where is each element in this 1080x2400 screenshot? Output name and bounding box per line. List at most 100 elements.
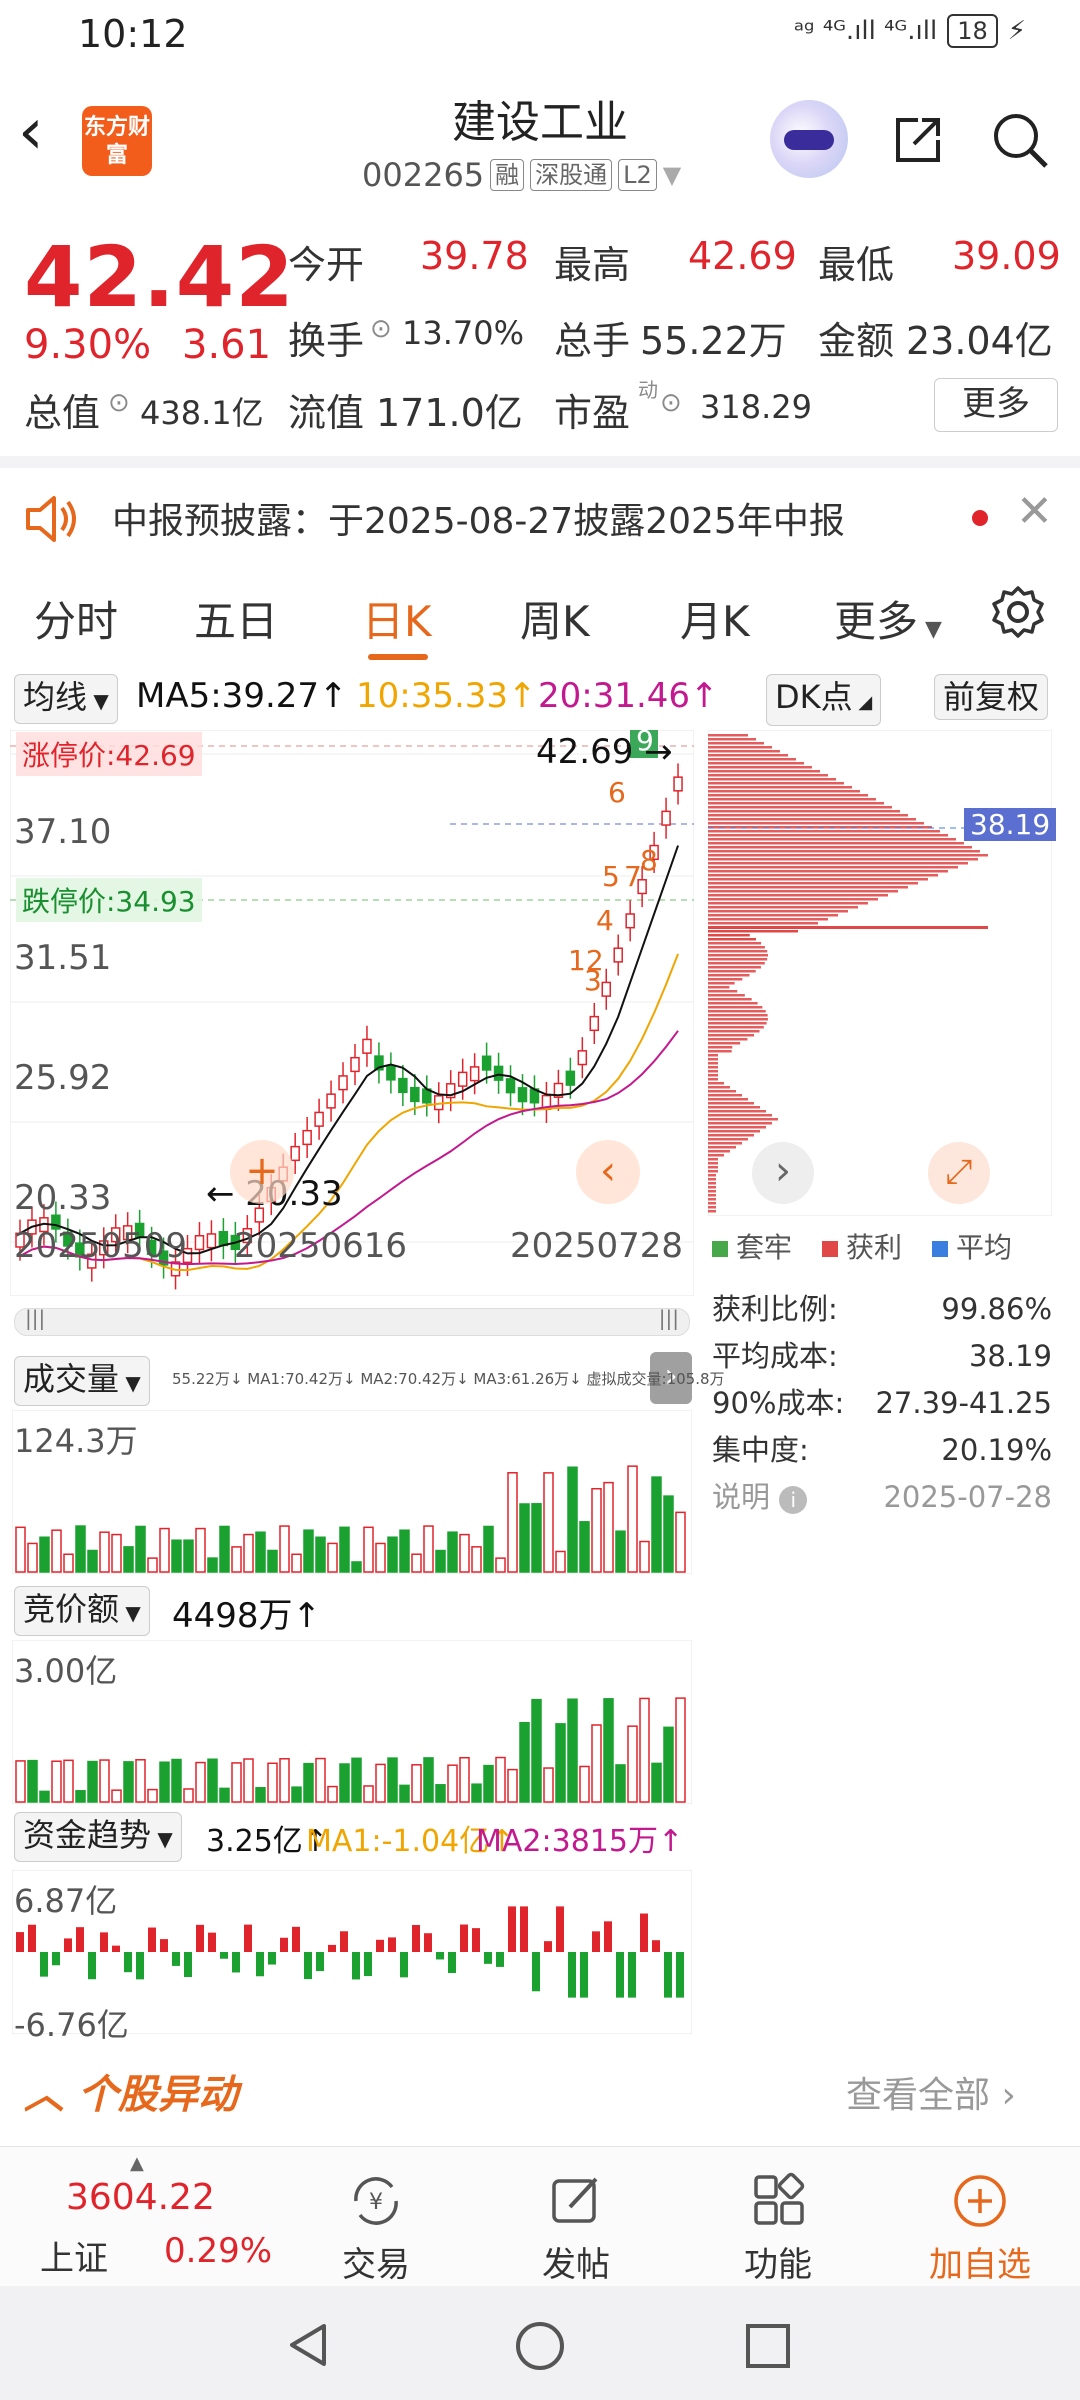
tab-five-day[interactable]: 五日	[194, 588, 278, 649]
value-bar	[315, 1536, 326, 1573]
value-bar	[556, 1906, 564, 1952]
index-name[interactable]: 上证	[40, 2231, 108, 2280]
value-bar	[267, 1762, 278, 1803]
chevron-left-icon[interactable]: ‹	[576, 1140, 640, 1204]
value-bar	[411, 1553, 422, 1573]
more-button[interactable]: 更多	[934, 378, 1058, 432]
post-button[interactable]: 发帖	[506, 2171, 646, 2286]
stat-value: 27.39-41.25	[875, 1386, 1052, 1420]
value-bar	[303, 1529, 314, 1573]
value-bar	[40, 1952, 48, 1977]
nav-back-icon[interactable]	[284, 2320, 334, 2370]
info-icon[interactable]: ⊙	[370, 314, 392, 344]
add-watchlist-button[interactable]: 加自选	[910, 2171, 1050, 2286]
candle-body	[206, 1233, 217, 1249]
chip-bar	[708, 1182, 716, 1185]
unread-dot	[972, 510, 988, 526]
info-icon[interactable]: i	[779, 1486, 808, 1514]
auction-select[interactable]: 竞价额 ▼	[14, 1586, 150, 1636]
nav-recents-icon[interactable]	[744, 2322, 792, 2370]
value-bar	[663, 1726, 674, 1803]
value-bar	[327, 1785, 338, 1803]
search-icon[interactable]	[988, 108, 1052, 172]
chip-bar	[708, 1106, 760, 1109]
signal-icon: ᵃᵍ ⁴ᴳ.ıll ⁴ᴳ.ıll	[793, 16, 938, 46]
index-change[interactable]: 0.29%	[164, 2231, 272, 2271]
candle-body	[577, 1050, 588, 1066]
dropdown-icon[interactable]: ▼	[663, 161, 681, 189]
volume-select[interactable]: 成交量 ▼	[14, 1356, 150, 1406]
chip-bar	[708, 750, 780, 753]
info-icon[interactable]: ⊙	[108, 388, 130, 418]
close-icon[interactable]: ✕	[1016, 486, 1053, 537]
ma-select[interactable]: 均线 ▼	[14, 674, 118, 724]
notice-banner[interactable]: 中报预披露：于2025-08-27披露2025年中报 ✕	[0, 456, 1080, 562]
value-bar	[351, 1757, 362, 1803]
expand-icon[interactable]: ⤢	[928, 1142, 990, 1204]
view-all-link[interactable]: 查看全部 ›	[846, 2066, 1016, 2118]
chip-bar	[708, 1162, 718, 1165]
assistant-robot-icon[interactable]	[770, 100, 848, 178]
chip-bar	[708, 842, 964, 845]
value-bar	[63, 1553, 74, 1573]
info-icon[interactable]: ⊙	[660, 388, 682, 418]
stat-label: 集中度:	[712, 1433, 809, 1467]
tab-more[interactable]: 更多 ▼	[834, 588, 942, 649]
chip-distribution-chart[interactable]	[708, 730, 1052, 1216]
tab-daily-k[interactable]: 日K	[362, 588, 432, 649]
index-value[interactable]: 3604.22	[66, 2177, 215, 2218]
share-icon[interactable]	[888, 110, 948, 170]
kline-chart[interactable]: 965 784123	[10, 730, 694, 1296]
chart-range-scrollbar[interactable]: ||| |||	[14, 1306, 690, 1336]
functions-button[interactable]: 功能	[708, 2171, 848, 2286]
chip-bar	[708, 990, 738, 993]
value-bar	[627, 1725, 638, 1803]
float-label: 流值	[288, 391, 365, 435]
chevron-right-icon[interactable]: ›	[752, 1142, 814, 1204]
adjust-select[interactable]: 前复权	[934, 674, 1049, 720]
chip-bar	[708, 1102, 754, 1105]
value-bar	[280, 1937, 288, 1952]
value-bar	[39, 1790, 50, 1803]
tab-weekly-k[interactable]: 周K	[520, 588, 590, 649]
chip-bar	[708, 1198, 716, 1201]
abnormal-title-label: 个股异动	[77, 2072, 238, 2118]
chip-bar	[708, 1030, 760, 1033]
post-label: 发帖	[542, 2245, 610, 2285]
stat-label: 获利比例:	[712, 1292, 838, 1326]
y-tick-1: 37.10	[14, 812, 112, 852]
chip-bar	[708, 1022, 767, 1025]
abnormal-title[interactable]: ︿ 个股异动	[24, 2062, 238, 2120]
chip-bar	[708, 1010, 766, 1013]
crosshair-add-icon[interactable]: +	[230, 1140, 294, 1204]
stock-subtitle[interactable]: 002265 融 深股通 L2 ▼	[362, 156, 681, 194]
chip-bar	[708, 878, 928, 881]
value-bar	[183, 1788, 194, 1803]
chip-bar	[708, 1042, 741, 1045]
x-tick-3: 20250728	[510, 1226, 684, 1266]
high-label: 最高	[554, 243, 631, 287]
tab-intraday[interactable]: 分时	[34, 588, 118, 649]
functions-label: 功能	[744, 2245, 812, 2285]
fund-trend-select[interactable]: 资金趋势 ▼	[14, 1812, 182, 1862]
scroll-handle-right[interactable]: |||	[659, 1306, 679, 1330]
tab-monthly-k[interactable]: 月K	[680, 588, 750, 649]
nav-home-icon[interactable]	[514, 2320, 566, 2372]
value-bar	[472, 1928, 480, 1952]
trade-button[interactable]: ¥ 交易	[306, 2171, 446, 2286]
candle-body	[350, 1056, 360, 1073]
scroll-handle-left[interactable]: |||	[25, 1306, 45, 1330]
dk-point-select[interactable]: DK点 ◢	[766, 674, 882, 726]
value-bar	[99, 1531, 110, 1573]
chip-bar	[708, 746, 772, 749]
legend-profit: 获利	[822, 1226, 902, 1266]
chip-bar	[708, 1090, 736, 1093]
chip-bar	[708, 886, 908, 889]
candle-body	[565, 1070, 576, 1086]
value-bar	[27, 1542, 38, 1573]
candle-body	[290, 1145, 300, 1162]
value-bar	[315, 1757, 326, 1803]
gear-icon[interactable]	[990, 584, 1046, 640]
value-bar	[448, 1952, 456, 1973]
stat-note-row[interactable]: 说明 i 2025-07-28	[712, 1474, 1052, 1521]
